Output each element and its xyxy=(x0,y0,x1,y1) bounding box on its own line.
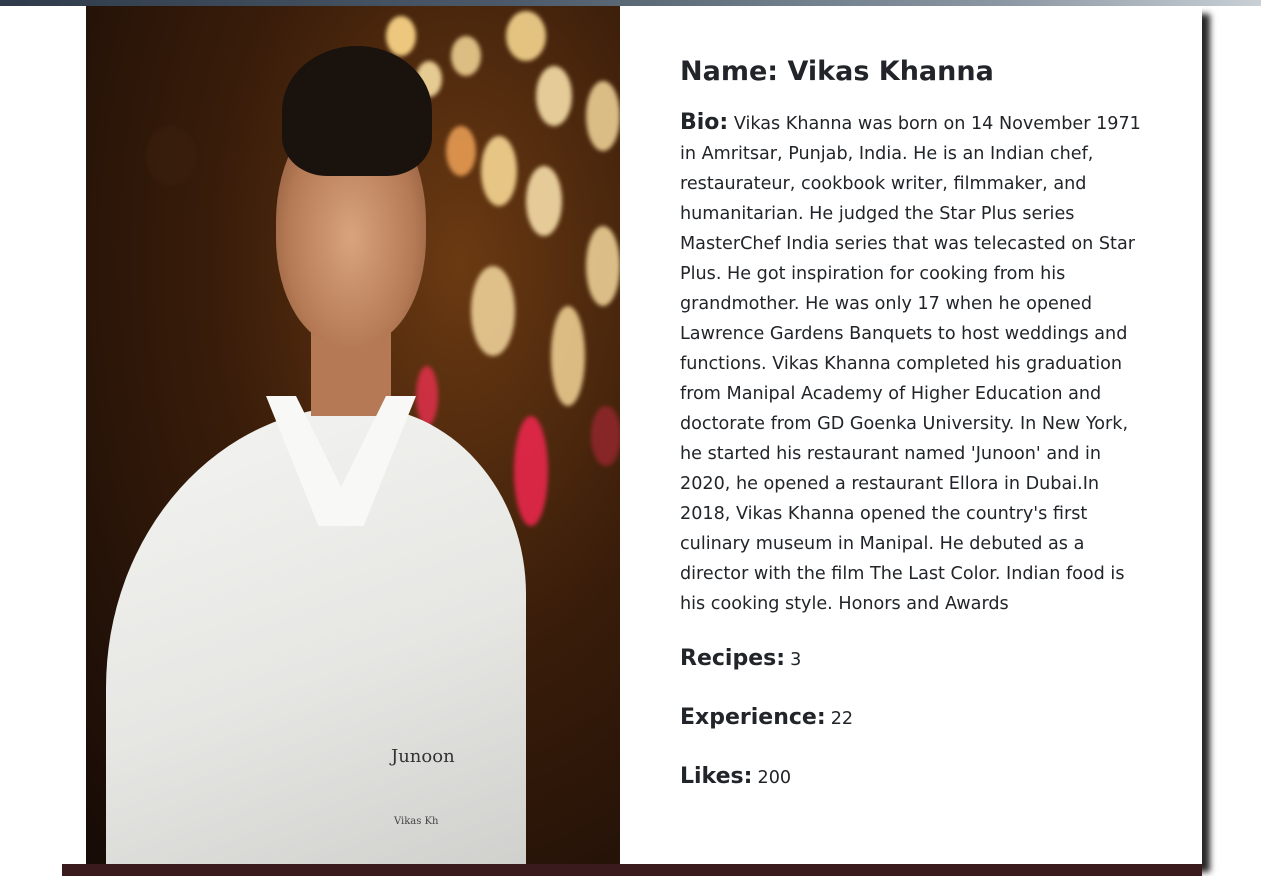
chef-bio: Bio: Vikas Khanna was born on 14 Novembe… xyxy=(680,108,1150,619)
experience-stat: Experience: 22 xyxy=(680,700,1150,737)
chef-portrait-photo: Junoon Vikas Kh xyxy=(86,6,620,864)
coat-logo-subtext: Vikas Kh xyxy=(394,816,439,827)
chef-name: Name: Vikas Khanna xyxy=(680,56,1150,88)
likes-stat: Likes: 200 xyxy=(680,759,1150,796)
name-value: Vikas Khanna xyxy=(787,56,994,87)
likes-value: 200 xyxy=(757,768,792,789)
recipes-stat: Recipes: 3 xyxy=(680,641,1150,678)
coat-logo: Junoon xyxy=(391,746,455,767)
experience-label: Experience: xyxy=(680,705,826,731)
name-label: Name: xyxy=(680,56,779,87)
recipes-label: Recipes: xyxy=(680,646,786,672)
chef-card: Junoon Vikas Kh Name: Vikas Khanna Bio: … xyxy=(62,6,1202,864)
bio-label: Bio: xyxy=(680,110,729,136)
bottom-bar xyxy=(62,864,1202,876)
bio-text: Vikas Khanna was born on 14 November 197… xyxy=(680,114,1141,615)
recipes-value: 3 xyxy=(790,650,802,671)
chef-info: Name: Vikas Khanna Bio: Vikas Khanna was… xyxy=(680,46,1150,818)
likes-label: Likes: xyxy=(680,764,753,790)
experience-value: 22 xyxy=(830,709,854,730)
